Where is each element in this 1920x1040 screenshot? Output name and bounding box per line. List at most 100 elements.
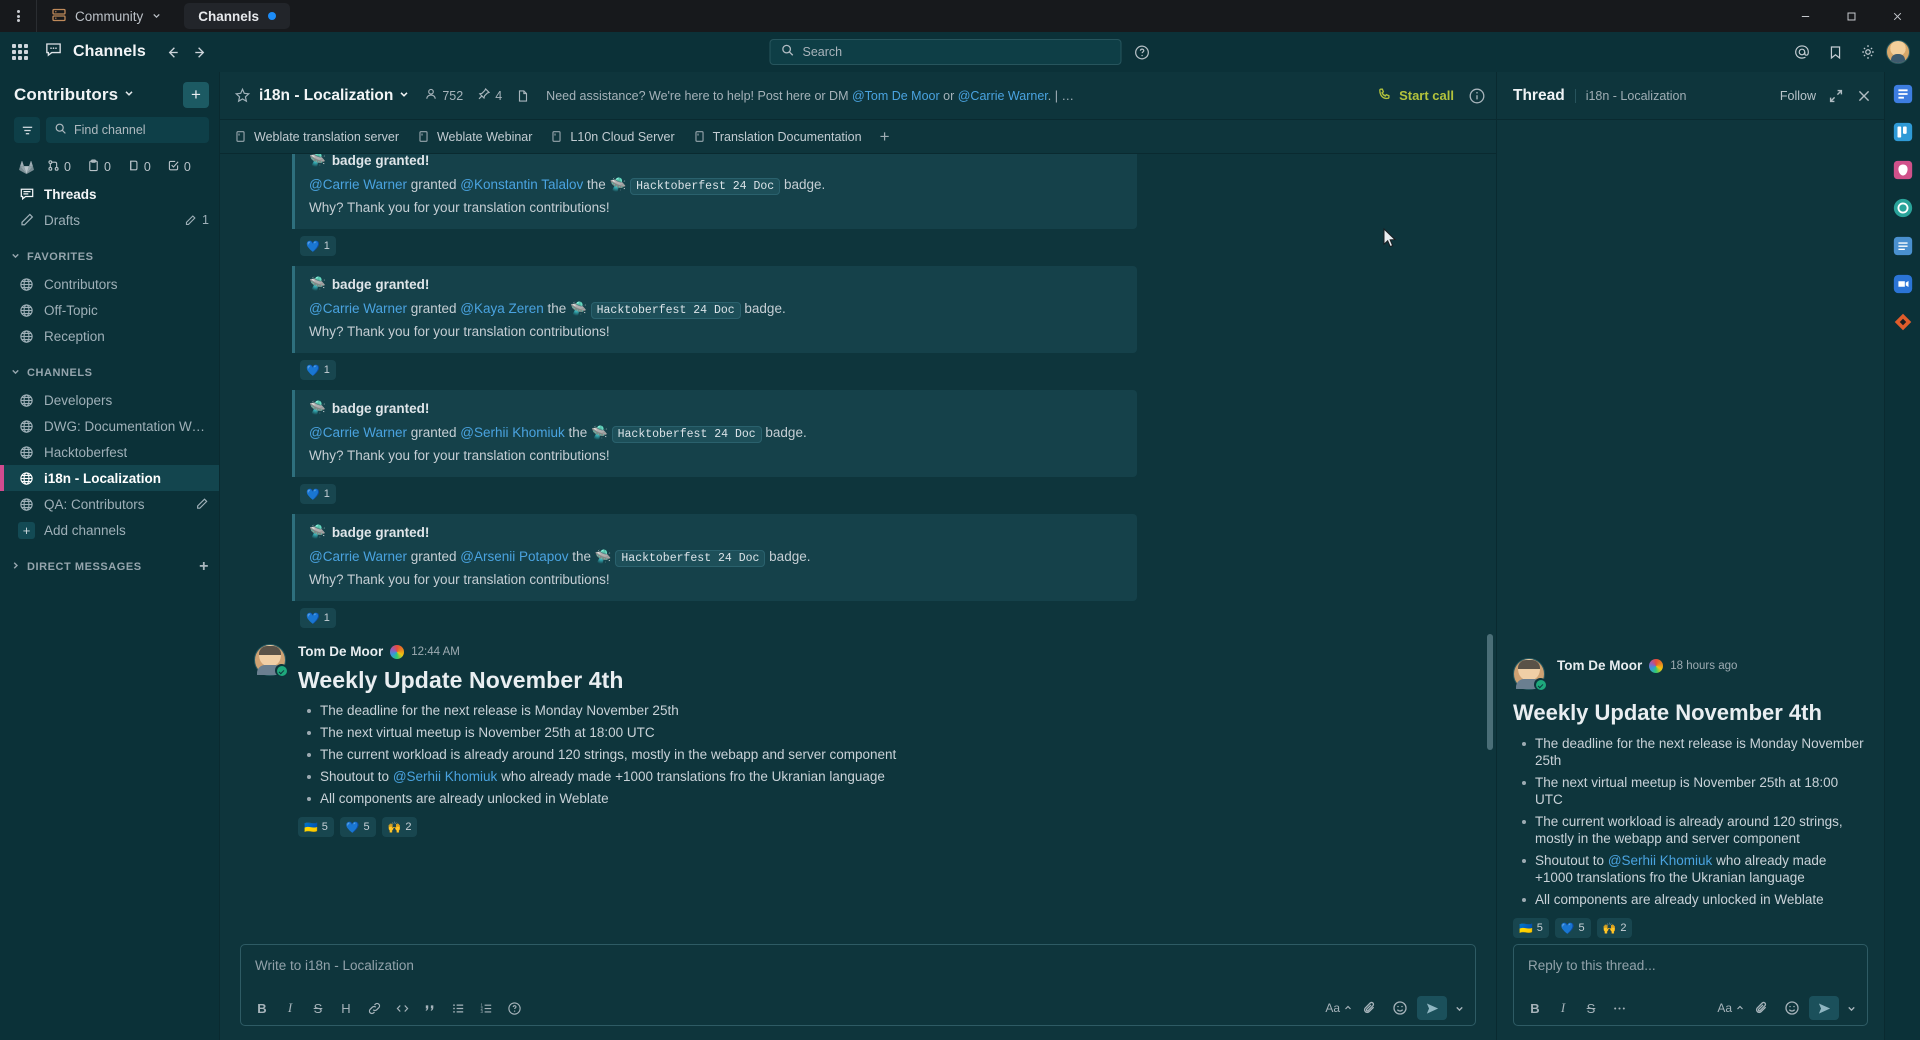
emoji-smiley-icon[interactable] bbox=[1387, 995, 1413, 1021]
write-direct-message-button[interactable]: + bbox=[199, 558, 209, 576]
maximize-button[interactable] bbox=[1828, 0, 1874, 32]
bookmark-l10n-cloud-server[interactable]: L10n Cloud Server bbox=[550, 130, 674, 144]
filter-icon[interactable] bbox=[14, 117, 40, 143]
send-options-chevron-icon[interactable] bbox=[1843, 1003, 1859, 1014]
channel-info-icon[interactable] bbox=[1468, 87, 1486, 105]
mention-serhii-khomiuk[interactable]: @Serhii Khomiuk bbox=[1608, 853, 1713, 868]
post-badge-granted-1[interactable]: 🛸 badge granted! @Carrie Warner granted … bbox=[254, 154, 1476, 229]
at-mentions-icon[interactable] bbox=[1787, 37, 1817, 67]
thread-composer[interactable]: Reply to this thread... B I S Aa bbox=[1513, 944, 1868, 1026]
post-timestamp[interactable]: 12:44 AM bbox=[411, 646, 460, 658]
copilot-app-icon[interactable] bbox=[1889, 194, 1917, 222]
italic-button[interactable]: I bbox=[1550, 995, 1576, 1021]
post-weekly-update[interactable]: Tom De Moor 12:44 AM Weekly Update Novem… bbox=[254, 638, 1476, 847]
avatar[interactable] bbox=[1513, 658, 1545, 690]
pinned-posts-button[interactable]: 4 bbox=[477, 87, 502, 104]
reaction-ukraine-flag[interactable]: 🇺🇦 5 bbox=[1513, 918, 1549, 938]
bulleted-list-icon[interactable] bbox=[445, 995, 471, 1021]
channel-files-icon[interactable] bbox=[516, 89, 530, 103]
tab-channels[interactable]: Channels bbox=[184, 3, 290, 29]
user-avatar[interactable] bbox=[1886, 40, 1910, 64]
channel-name-button[interactable]: i18n - Localization bbox=[259, 87, 410, 105]
mention-granter[interactable]: @Carrie Warner bbox=[309, 177, 407, 192]
close-icon[interactable] bbox=[1856, 88, 1872, 104]
post-badge-granted-4[interactable]: 🛸 badge granted! @Carrie Warner granted … bbox=[254, 514, 1476, 601]
code-icon[interactable] bbox=[389, 995, 415, 1021]
minimize-button[interactable] bbox=[1782, 0, 1828, 32]
favorite-star-icon[interactable] bbox=[234, 87, 251, 104]
mention-recipient[interactable]: @Serhii Khomiuk bbox=[460, 425, 565, 440]
sidebar-item-contributors[interactable]: Contributors bbox=[0, 271, 219, 297]
boards-app-icon[interactable] bbox=[1889, 118, 1917, 146]
sidebar-item-dwg[interactable]: DWG: Documentation Worki... bbox=[0, 413, 219, 439]
post-list-scrollbar[interactable] bbox=[1487, 634, 1493, 750]
bold-button[interactable]: B bbox=[1522, 995, 1548, 1021]
saved-bookmark-icon[interactable] bbox=[1820, 37, 1850, 67]
quote-icon[interactable] bbox=[417, 995, 443, 1021]
emoji-smiley-icon[interactable] bbox=[1779, 995, 1805, 1021]
thread-root-post[interactable]: Tom De Moor 18 hours ago Weekly Update N… bbox=[1497, 658, 1884, 944]
sidebar-item-developers[interactable]: Developers bbox=[0, 387, 219, 413]
category-favorites[interactable]: FAVORITES bbox=[0, 243, 219, 271]
reaction-blue-heart[interactable]: 💙 5 bbox=[1555, 918, 1591, 938]
playbooks-app-icon[interactable] bbox=[1889, 80, 1917, 108]
help-icon[interactable] bbox=[501, 995, 527, 1021]
thread-reply-input[interactable]: Reply to this thread... bbox=[1514, 945, 1867, 991]
sidebar-item-drafts[interactable]: Drafts 1 bbox=[0, 207, 219, 233]
member-count-button[interactable]: 752 bbox=[424, 87, 463, 104]
forward-arrow-icon[interactable] bbox=[188, 39, 214, 65]
post-author[interactable]: Tom De Moor bbox=[298, 644, 383, 659]
kebab-menu-icon[interactable] bbox=[0, 0, 36, 32]
settings-gear-icon[interactable] bbox=[1853, 37, 1883, 67]
sidebar-item-off-topic[interactable]: Off-Topic bbox=[0, 297, 219, 323]
back-arrow-icon[interactable] bbox=[160, 39, 186, 65]
team-header[interactable]: Contributors + bbox=[0, 72, 219, 117]
send-button[interactable] bbox=[1417, 996, 1447, 1020]
mention-recipient[interactable]: @Konstantin Talalov bbox=[460, 177, 583, 192]
numbered-list-icon[interactable]: 123 bbox=[473, 995, 499, 1021]
product-switcher-grid-icon[interactable] bbox=[0, 32, 40, 72]
mention-granter[interactable]: @Carrie Warner bbox=[309, 549, 407, 564]
zoom-app-icon[interactable] bbox=[1889, 270, 1917, 298]
channel-purpose[interactable]: Need assistance? We're here to help! Pos… bbox=[546, 89, 1076, 103]
send-button[interactable] bbox=[1809, 996, 1839, 1020]
bookmark-weblate-webinar[interactable]: Weblate Webinar bbox=[417, 130, 532, 144]
search-input[interactable] bbox=[803, 45, 1111, 59]
gitlab-merge-requests[interactable]: 0 bbox=[47, 159, 71, 175]
category-channels[interactable]: CHANNELS bbox=[0, 359, 219, 387]
calls-app-icon[interactable] bbox=[1889, 156, 1917, 184]
mention-tom-de-moor[interactable]: @Tom De Moor bbox=[852, 89, 940, 103]
reaction-blue-heart[interactable]: 💙 5 bbox=[340, 817, 376, 837]
reaction-ukraine-flag[interactable]: 🇺🇦 5 bbox=[298, 817, 334, 837]
formatting-toggle-button[interactable]: Aa bbox=[1325, 1001, 1353, 1015]
post-list[interactable]: 🛸 badge granted! @Carrie Warner granted … bbox=[220, 154, 1496, 944]
sidebar-item-i18n-localization[interactable]: i18n - Localization bbox=[0, 465, 219, 491]
mention-recipient[interactable]: @Kaya Zeren bbox=[460, 301, 544, 316]
reaction-blue-heart[interactable]: 💙 1 bbox=[300, 360, 336, 380]
reaction-blue-heart[interactable]: 💙 1 bbox=[300, 608, 336, 628]
thread-post-list[interactable]: Tom De Moor 18 hours ago Weekly Update N… bbox=[1497, 120, 1884, 944]
pencil-draft-icon[interactable] bbox=[195, 497, 209, 511]
find-channel-input[interactable]: Find channel bbox=[46, 117, 209, 143]
product-branding[interactable]: Channels bbox=[40, 40, 146, 64]
strikethrough-button[interactable]: S bbox=[305, 995, 331, 1021]
avatar[interactable] bbox=[254, 644, 286, 676]
reaction-raised-hands[interactable]: 🙌 2 bbox=[382, 817, 418, 837]
post-timestamp[interactable]: 18 hours ago bbox=[1670, 660, 1737, 672]
paperclip-icon[interactable] bbox=[1749, 995, 1775, 1021]
sidebar-item-threads[interactable]: Threads bbox=[0, 181, 219, 207]
search-box[interactable] bbox=[770, 39, 1122, 65]
todo-app-icon[interactable] bbox=[1889, 232, 1917, 260]
start-call-button[interactable]: Start call bbox=[1377, 87, 1454, 105]
post-badge-granted-3[interactable]: 🛸 badge granted! @Carrie Warner granted … bbox=[254, 390, 1476, 477]
gitlab-assignments[interactable]: 0 bbox=[167, 159, 191, 175]
sidebar-item-reception[interactable]: Reception bbox=[0, 323, 219, 349]
follow-thread-button[interactable]: Follow bbox=[1780, 89, 1816, 103]
gitlab-todos[interactable]: 0 bbox=[127, 159, 151, 175]
sidebar-item-hacktoberfest[interactable]: Hacktoberfest bbox=[0, 439, 219, 465]
gitlab-plugin-row[interactable]: 0 0 0 0 bbox=[0, 153, 219, 181]
message-input[interactable]: Write to i18n - Localization bbox=[241, 945, 1475, 991]
paperclip-icon[interactable] bbox=[1357, 995, 1383, 1021]
mention-carrie-warner[interactable]: @Carrie Warner bbox=[958, 89, 1048, 103]
post-author[interactable]: Tom De Moor bbox=[1557, 658, 1642, 673]
